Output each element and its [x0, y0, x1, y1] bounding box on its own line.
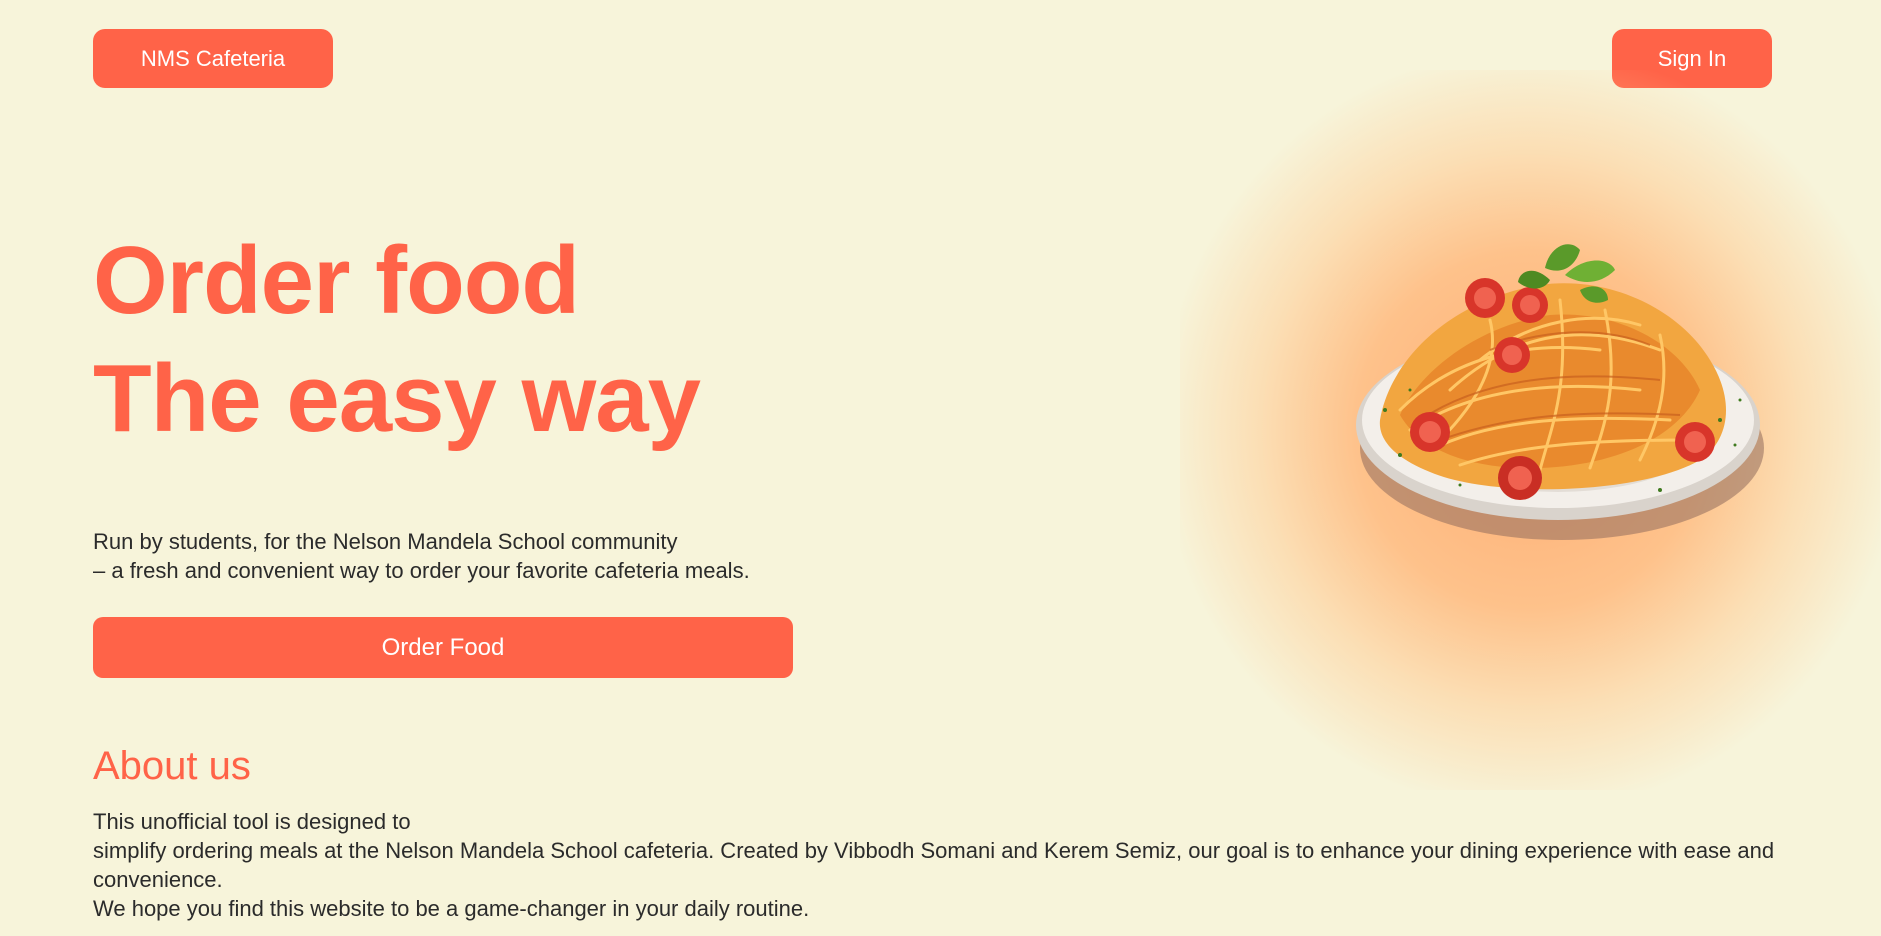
hero-subtitle-line-1: Run by students, for the Nelson Mandela …: [93, 529, 678, 554]
hero-title-line-1: Order food: [93, 227, 580, 334]
about-title: About us: [93, 744, 251, 788]
about-text: This unofficial tool is designed to simp…: [93, 807, 1793, 923]
hero-title-line-2: The easy way: [93, 345, 701, 452]
spaghetti-plate-image: [1356, 244, 1764, 540]
about-line-2: simplify ordering meals at the Nelson Ma…: [93, 838, 1775, 892]
about-line-3: We hope you find this website to be a ga…: [93, 896, 810, 921]
brand-button[interactable]: NMS Cafeteria: [93, 29, 333, 88]
page: NMS Cafeteria Sign In Order food The eas…: [0, 0, 1881, 936]
about-line-1: This unofficial tool is designed to: [93, 809, 411, 834]
hero-subtitle: Run by students, for the Nelson Mandela …: [93, 527, 750, 585]
order-food-button[interactable]: Order Food: [93, 617, 793, 678]
hero-title: Order food The easy way: [93, 222, 701, 458]
hero-subtitle-line-2: – a fresh and convenient way to order yo…: [93, 558, 750, 583]
